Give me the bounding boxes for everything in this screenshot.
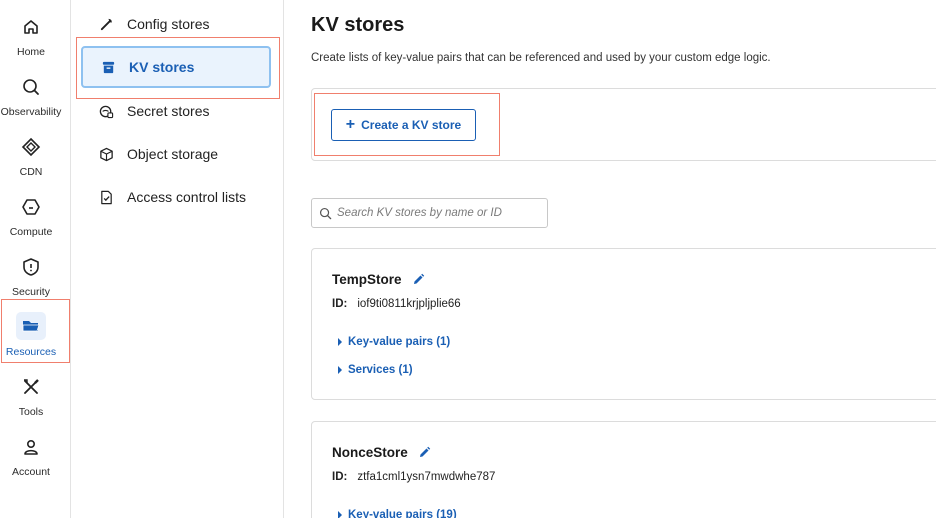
search-icon: [319, 207, 332, 219]
kv-store-card: NonceStore ID: ztfa1cml1ysn7mwdwhe787 Key…: [311, 421, 936, 518]
tools-icon: [20, 376, 42, 398]
store-name: TempStore: [332, 272, 425, 287]
kv-stores-highlight-box: [76, 37, 280, 99]
cdn-icon: [20, 136, 42, 158]
submenu-label-config-stores: Config stores: [127, 16, 210, 32]
store-id: ID: ztfa1cml1ysn7mwdwhe787: [332, 471, 495, 483]
submenu-label-secret-stores: Secret stores: [127, 103, 210, 119]
kv-store-card: TempStore ID: iof9ti0811krjpljplie66 Key-…: [311, 248, 936, 400]
resources-highlight-box: [1, 299, 70, 363]
key-value-pairs-label: Key-value pairs (1): [348, 336, 451, 348]
caret-right-icon: [338, 338, 342, 346]
store-id: ID: iof9ti0811krjpljplie66: [332, 298, 461, 310]
pencil-icon[interactable]: [412, 273, 425, 286]
nav-compute-label: Compute: [9, 226, 53, 238]
home-icon: [20, 16, 42, 38]
nav-tools[interactable]: Tools: [0, 372, 62, 424]
services-expander[interactable]: Services (1): [338, 364, 413, 376]
observability-icon: [20, 76, 42, 98]
nav-home[interactable]: Home: [0, 12, 62, 64]
services-label: Services (1): [348, 364, 413, 376]
nav-account[interactable]: Account: [0, 432, 62, 484]
nav-cdn-label: CDN: [19, 166, 43, 178]
nav-account-label: Account: [12, 466, 50, 478]
submenu-item-object-storage[interactable]: Object storage: [72, 134, 284, 174]
store-id-label: ID:: [332, 471, 348, 483]
search-box[interactable]: [311, 198, 548, 228]
pencil-icon[interactable]: [418, 446, 431, 459]
store-name-text: NonceStore: [332, 445, 408, 460]
user-icon: [20, 436, 42, 458]
cube-icon: [98, 146, 114, 162]
caret-right-icon: [338, 511, 342, 518]
nav-home-label: Home: [16, 46, 45, 58]
store-id-value: iof9ti0811krjpljplie66: [357, 298, 461, 310]
store-id-label: ID:: [332, 298, 348, 310]
store-name: NonceStore: [332, 445, 431, 460]
caret-right-icon: [338, 366, 342, 374]
page-title: KV stores: [311, 14, 405, 36]
nav-tools-label: Tools: [18, 406, 44, 418]
submenu-label-object-storage: Object storage: [127, 146, 219, 162]
create-button-highlight-box: [314, 93, 500, 156]
nav-security-label: Security: [12, 286, 50, 298]
nav-compute[interactable]: Compute: [0, 192, 62, 244]
key-value-pairs-expander[interactable]: Key-value pairs (19): [338, 509, 457, 518]
submenu-item-access-control-lists[interactable]: Access control lists: [72, 177, 284, 217]
store-id-value: ztfa1cml1ysn7mwdwhe787: [357, 471, 496, 483]
store-name-text: TempStore: [332, 272, 402, 287]
page-description: Create lists of key-value pairs that can…: [311, 52, 771, 64]
nav-observability[interactable]: Observability: [0, 72, 62, 124]
shield-icon: [20, 256, 42, 278]
submenu-label-access-control-lists: Access control lists: [127, 189, 247, 205]
compute-icon: [20, 196, 42, 218]
key-value-pairs-label: Key-value pairs (19): [348, 509, 457, 518]
primary-nav-rail: Home Observability CDN Compute Security …: [0, 0, 71, 518]
checklist-icon: [98, 189, 114, 205]
nav-security[interactable]: Security: [0, 252, 62, 304]
nav-cdn[interactable]: CDN: [0, 132, 62, 184]
wrench-icon: [98, 16, 114, 32]
main-content: KV stores Create lists of key-value pair…: [285, 0, 936, 518]
secret-icon: [98, 103, 114, 119]
nav-observability-label: Observability: [0, 106, 62, 118]
search-input[interactable]: [337, 207, 537, 219]
key-value-pairs-expander[interactable]: Key-value pairs (1): [338, 336, 450, 348]
